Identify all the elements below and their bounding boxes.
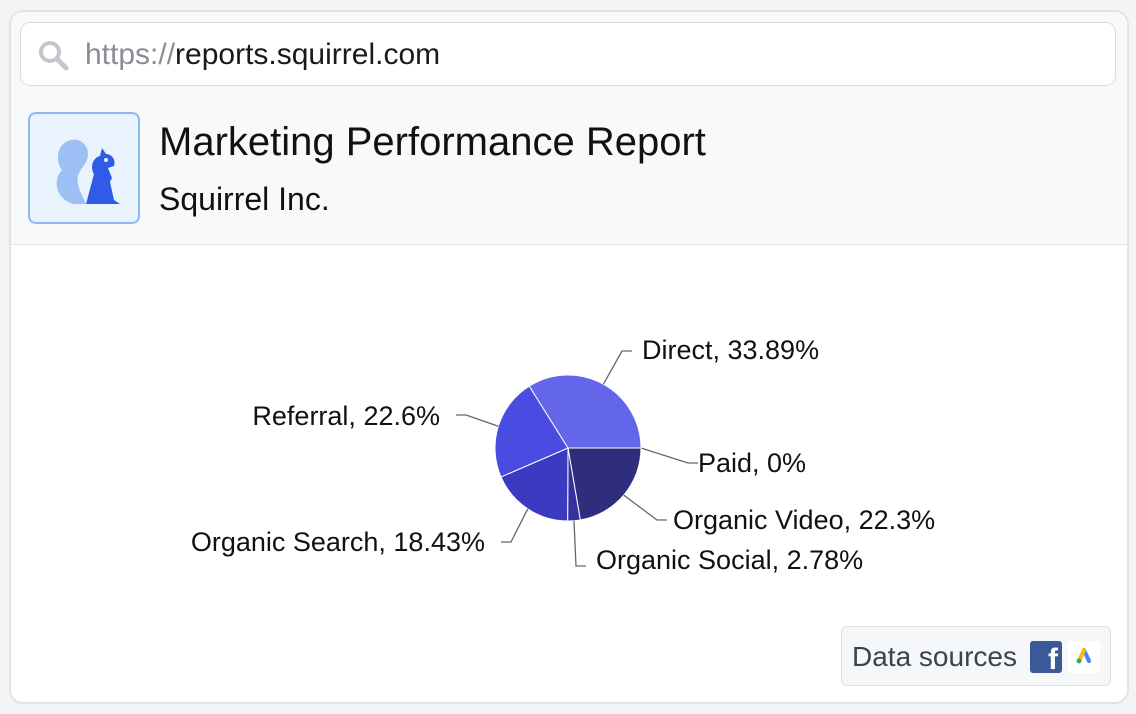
pie-label-organic-video: Organic Video, 22.3% (673, 505, 935, 535)
pie-label-direct: Direct, 33.89% (642, 335, 819, 365)
data-sources-panel[interactable]: Data sources f (841, 626, 1111, 686)
pie-leader-organic-search (501, 508, 529, 543)
pie-leader-organic-video (623, 494, 667, 521)
pie-label-organic-search: Organic Search, 18.43% (191, 527, 485, 557)
pie-label-referral: Referral, 22.6% (252, 401, 440, 431)
pie-leader-paid (640, 447, 698, 464)
facebook-icon: f (1030, 641, 1062, 673)
pie-leader-organic-social (573, 520, 586, 567)
google-ads-icon (1068, 641, 1100, 673)
report-card: https://reports.squirrel.com Marketing P… (9, 10, 1129, 704)
data-sources-label: Data sources (852, 641, 1017, 672)
pie-label-paid: Paid, 0% (698, 448, 806, 478)
pie-leader-direct (602, 350, 632, 385)
pie-label-organic-social: Organic Social, 2.78% (596, 545, 863, 575)
pie-chart: Paid, 0% Organic Video, 22.3% Organic Soci… (191, 335, 935, 575)
pie-leader-referral (456, 414, 499, 427)
